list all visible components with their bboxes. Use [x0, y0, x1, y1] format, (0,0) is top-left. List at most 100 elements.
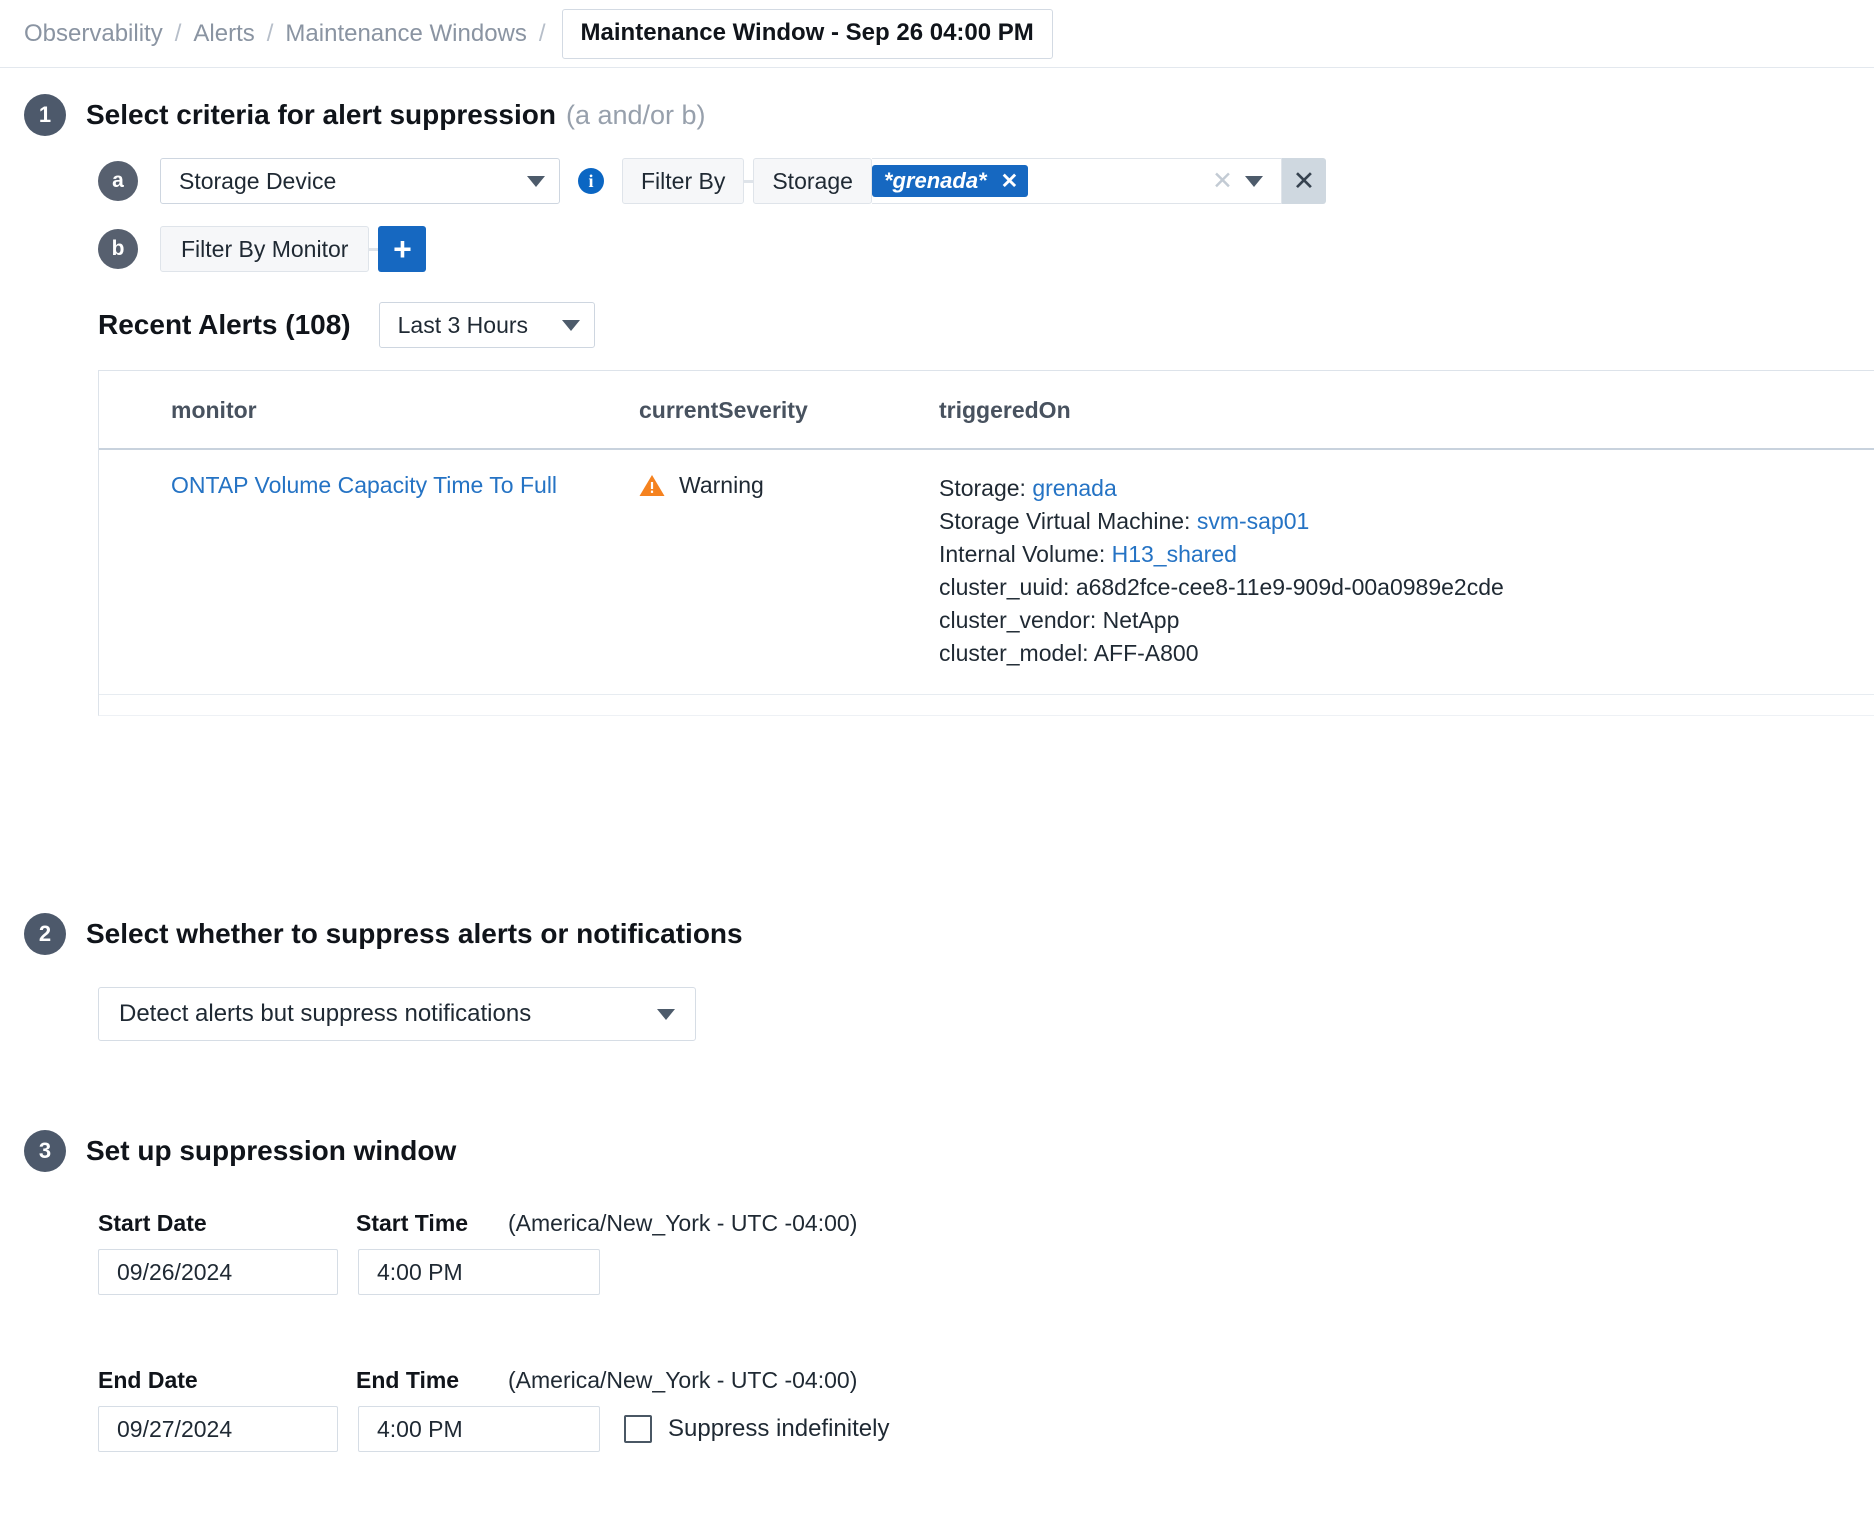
start-timezone-label: (America/New_York - UTC -04:00)	[508, 1210, 857, 1237]
start-inputs-row: 09/26/2024 4:00 PM	[98, 1249, 889, 1295]
triggered-label: Storage Virtual Machine:	[939, 508, 1197, 534]
warning-triangle-icon	[639, 474, 665, 497]
step-1-title: Select criteria for alert suppression	[86, 99, 556, 131]
step-2-badge: 2	[24, 913, 66, 955]
suppress-indefinitely-checkbox[interactable]	[624, 1415, 652, 1443]
filter-token-grenada[interactable]: *grenada* ✕	[872, 165, 1028, 197]
criteria-row-b: b Filter By Monitor +	[98, 226, 1874, 272]
step-2-heading: 2 Select whether to suppress alerts or n…	[24, 913, 743, 955]
filter-token-label: *grenada*	[884, 168, 987, 194]
start-time-input[interactable]: 4:00 PM	[358, 1249, 600, 1295]
triggered-on-line: Storage Virtual Machine: svm-sap01	[939, 505, 1874, 538]
start-date-input[interactable]: 09/26/2024	[98, 1249, 338, 1295]
triggered-on-line: cluster_uuid: a68d2fce-cee8-11e9-909d-00…	[939, 571, 1874, 604]
triggered-value: a68d2fce-cee8-11e9-909d-00a0989e2cde	[1076, 574, 1504, 600]
step-1-badge: 1	[24, 94, 66, 136]
monitor-link[interactable]: ONTAP Volume Capacity Time To Full	[171, 472, 557, 498]
triggered-value: AFF-A800	[1094, 640, 1199, 666]
time-range-select[interactable]: Last 3 Hours	[379, 302, 595, 348]
breadcrumb-bar: Observability / Alerts / Maintenance Win…	[0, 0, 1874, 68]
step-3-title: Set up suppression window	[86, 1135, 456, 1167]
table-header-row: monitor currentSeverity triggeredOn	[99, 371, 1874, 449]
chevron-down-icon	[657, 1009, 675, 1020]
recent-alerts-title: Recent Alerts (108)	[98, 309, 351, 341]
end-time-input[interactable]: 4:00 PM	[358, 1406, 600, 1452]
triggered-value: NetApp	[1103, 607, 1180, 633]
breadcrumb-item-maintenance-windows[interactable]: Maintenance Windows	[285, 20, 526, 48]
start-date-label: Start Date	[98, 1210, 356, 1237]
section-select-criteria: 1 Select criteria for alert suppression …	[24, 94, 1874, 716]
breadcrumb-separator: /	[267, 20, 274, 48]
triggered-label: cluster_vendor:	[939, 607, 1103, 633]
column-header-current-severity[interactable]: currentSeverity	[639, 371, 939, 449]
triggered-label: cluster_model:	[939, 640, 1094, 666]
chevron-down-icon[interactable]	[1245, 176, 1263, 187]
info-icon[interactable]: i	[578, 168, 604, 194]
page-title: Maintenance Window - Sep 26 04:00 PM	[581, 19, 1034, 46]
section-suppress-choice: 2 Select whether to suppress alerts or n…	[24, 913, 743, 1041]
step-2-title: Select whether to suppress alerts or not…	[86, 918, 743, 950]
suppress-indefinitely-label: Suppress indefinitely	[668, 1415, 889, 1443]
chevron-down-icon	[527, 176, 545, 187]
triggered-on-line: Internal Volume: H13_shared	[939, 538, 1874, 571]
column-header-monitor[interactable]: monitor	[99, 371, 639, 449]
table-body: ONTAP Volume Capacity Time To Full	[99, 449, 1874, 716]
spacer	[24, 1295, 889, 1329]
triggered-value-link[interactable]: svm-sap01	[1197, 508, 1309, 534]
step-3-badge: 3	[24, 1130, 66, 1172]
section-suppression-window: 3 Set up suppression window Start Date S…	[24, 1130, 889, 1452]
add-monitor-filter-button[interactable]: +	[378, 226, 426, 272]
start-time-label: Start Time	[356, 1210, 508, 1237]
triggered-on-cell: Storage: grenada Storage Virtual Machine…	[939, 695, 1874, 717]
end-date-input[interactable]: 09/27/2024	[98, 1406, 338, 1452]
breadcrumb-separator: /	[175, 20, 182, 48]
step-3-heading: 3 Set up suppression window	[24, 1130, 889, 1172]
breadcrumb-item-alerts[interactable]: Alerts	[193, 20, 254, 48]
filter-by-monitor-button[interactable]: Filter By Monitor	[160, 226, 369, 272]
severity-label: Warning	[679, 472, 764, 499]
suppression-mode-value: Detect alerts but suppress notifications	[119, 1000, 531, 1028]
table-row[interactable]: ONTAP Volume Capacity Time To Full	[99, 695, 1874, 717]
filter-by-label: Filter By	[622, 158, 744, 204]
start-labels-row: Start Date Start Time (America/New_York …	[98, 1210, 889, 1237]
triggered-label: cluster_uuid:	[939, 574, 1076, 600]
triggered-on-cell: Storage: grenada Storage Virtual Machine…	[939, 449, 1874, 695]
close-icon[interactable]: ✕	[1001, 171, 1019, 192]
recent-alerts-table-container[interactable]: monitor currentSeverity triggeredOn ONTA…	[98, 370, 1874, 716]
suppress-indefinitely-group[interactable]: Suppress indefinitely	[624, 1415, 889, 1443]
criteria-letter-a: a	[98, 161, 138, 201]
suppression-mode-select[interactable]: Detect alerts but suppress notifications	[98, 987, 696, 1041]
triggered-on-line: cluster_vendor: NetApp	[939, 604, 1874, 637]
step-1-heading: 1 Select criteria for alert suppression …	[24, 94, 1874, 136]
step-1-subtitle: (a and/or b)	[566, 100, 706, 131]
filter-connector	[369, 248, 378, 251]
filter-group-a: Filter By Storage *grenada* ✕ ✕ ✕	[622, 158, 1326, 204]
end-inputs-row: 09/27/2024 4:00 PM Suppress indefinitely	[98, 1406, 889, 1452]
triggered-value-link[interactable]: grenada	[1032, 475, 1116, 501]
table-row[interactable]: ONTAP Volume Capacity Time To Full	[99, 449, 1874, 695]
end-labels-row: End Date End Time (America/New_York - UT…	[98, 1367, 889, 1394]
filter-value-input[interactable]: *grenada* ✕ ✕	[872, 158, 1282, 204]
chevron-down-icon	[562, 320, 580, 331]
filter-attribute-button[interactable]: Storage	[753, 158, 872, 204]
breadcrumb-separator: /	[539, 20, 546, 48]
breadcrumb-item-observability[interactable]: Observability	[24, 20, 163, 48]
entity-type-select[interactable]: Storage Device	[160, 158, 560, 204]
triggered-value-link[interactable]: H13_shared	[1112, 541, 1237, 567]
criteria-letter-b: b	[98, 229, 138, 269]
time-range-value: Last 3 Hours	[398, 312, 528, 339]
end-date-label: End Date	[98, 1367, 356, 1394]
remove-criteria-button[interactable]: ✕	[1282, 158, 1326, 204]
window-title-field[interactable]: Maintenance Window - Sep 26 04:00 PM	[562, 9, 1053, 59]
entity-type-value: Storage Device	[179, 168, 336, 195]
triggered-on-line: cluster_model: AFF-A800	[939, 637, 1874, 670]
recent-alerts-table: monitor currentSeverity triggeredOn ONTA…	[99, 371, 1874, 716]
column-header-triggered-on[interactable]: triggeredOn	[939, 371, 1874, 449]
clear-icon[interactable]: ✕	[1212, 169, 1245, 194]
triggered-on-line: Storage: grenada	[939, 472, 1874, 505]
triggered-label: Storage:	[939, 475, 1032, 501]
filter-connector	[744, 180, 753, 183]
end-time-label: End Time	[356, 1367, 508, 1394]
triggered-label: Internal Volume:	[939, 541, 1112, 567]
recent-alerts-header: Recent Alerts (108) Last 3 Hours	[98, 302, 1874, 348]
